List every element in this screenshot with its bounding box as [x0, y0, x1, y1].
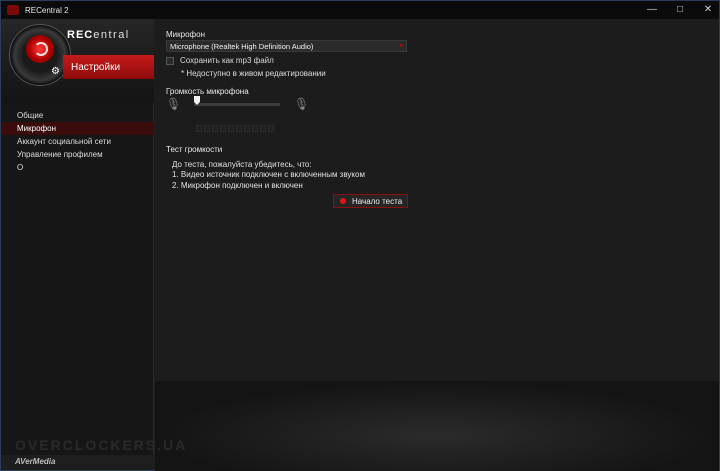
level-cell	[204, 125, 210, 132]
settings-nav: Общие Микрофон Аккаунт социальной сети У…	[1, 109, 154, 174]
level-cell	[268, 125, 274, 132]
window-controls: — □ ✕	[645, 3, 715, 17]
save-mp3-label: Сохранить как mp3 файл	[180, 56, 274, 65]
level-cell	[260, 125, 266, 132]
save-mp3-checkbox[interactable]	[166, 56, 174, 65]
volume-test-label: Тест громкости	[166, 145, 223, 154]
title-bar: RECentral 2 — □ ✕	[1, 1, 719, 19]
microphone-device-value: Microphone (Realtek High Definition Audi…	[170, 41, 314, 51]
test-intro-text: До теста, пожалуйста убедитесь, что:	[172, 160, 312, 169]
logo-spiral-icon	[34, 42, 48, 56]
mic-volume-label: Громкость микрофона	[166, 87, 249, 96]
brand-name-rest: entral	[93, 29, 130, 41]
mic-low-icon: 🎙	[166, 97, 182, 111]
sidebar-item-microphone[interactable]: Микрофон	[1, 122, 154, 135]
sidebar-item-social-account[interactable]: Аккаунт социальной сети	[1, 135, 154, 148]
save-mp3-row: Сохранить как mp3 файл	[166, 56, 274, 65]
minimize-button[interactable]: —	[645, 3, 659, 17]
watermark-text: OVERCLOCKERS.UA	[15, 437, 188, 453]
level-cell	[220, 125, 226, 132]
recentral-logo: ⚙	[9, 24, 71, 86]
level-cell	[252, 125, 258, 132]
app-icon	[7, 5, 19, 15]
microphone-device-select[interactable]: Microphone (Realtek High Definition Audi…	[166, 40, 407, 52]
test-requirement-2: 2. Микрофон подключен и включен	[172, 181, 303, 190]
sidebar-item-profile-management[interactable]: Управление профилем	[1, 148, 154, 161]
brand-area: ⚙ RECentral Настройки	[1, 19, 154, 103]
settings-title: Настройки	[71, 61, 121, 73]
live-edit-note: * Недоступно в живом редактировании	[181, 69, 326, 78]
level-cell	[212, 125, 218, 132]
settings-banner: Настройки	[63, 55, 154, 79]
level-cell	[228, 125, 234, 132]
gear-icon: ⚙	[51, 66, 60, 77]
level-cell	[196, 125, 202, 132]
maximize-button[interactable]: □	[673, 3, 687, 17]
chevron-down-icon: ▾	[399, 43, 403, 50]
record-dot-icon	[340, 198, 346, 204]
mic-high-icon: 🎙	[294, 97, 310, 111]
vendor-logo: AVerMedia	[15, 457, 56, 466]
brand-name: RECentral	[67, 29, 130, 41]
microphone-section-label: Микрофон	[166, 30, 205, 39]
window-title: RECentral 2	[25, 5, 69, 15]
start-test-label: Начало теста	[352, 196, 403, 206]
test-requirement-1: 1. Видео источник подключен с включенным…	[172, 170, 365, 179]
sidebar-item-about[interactable]: О	[1, 161, 154, 174]
sidebar: ⚙ RECentral Настройки Общие Микрофон Акк…	[1, 19, 154, 455]
bottom-decor	[155, 381, 719, 471]
level-cell	[236, 125, 242, 132]
close-button[interactable]: ✕	[701, 3, 715, 17]
brand-name-rec: REC	[67, 29, 94, 41]
start-test-button[interactable]: Начало теста	[333, 194, 408, 208]
app-window: RECentral 2 — □ ✕ ⚙ RECentral Настройки …	[0, 0, 720, 471]
mic-volume-slider[interactable]	[194, 103, 280, 106]
audio-level-meter	[196, 125, 274, 132]
level-cell	[244, 125, 250, 132]
sidebar-item-general[interactable]: Общие	[1, 109, 154, 122]
